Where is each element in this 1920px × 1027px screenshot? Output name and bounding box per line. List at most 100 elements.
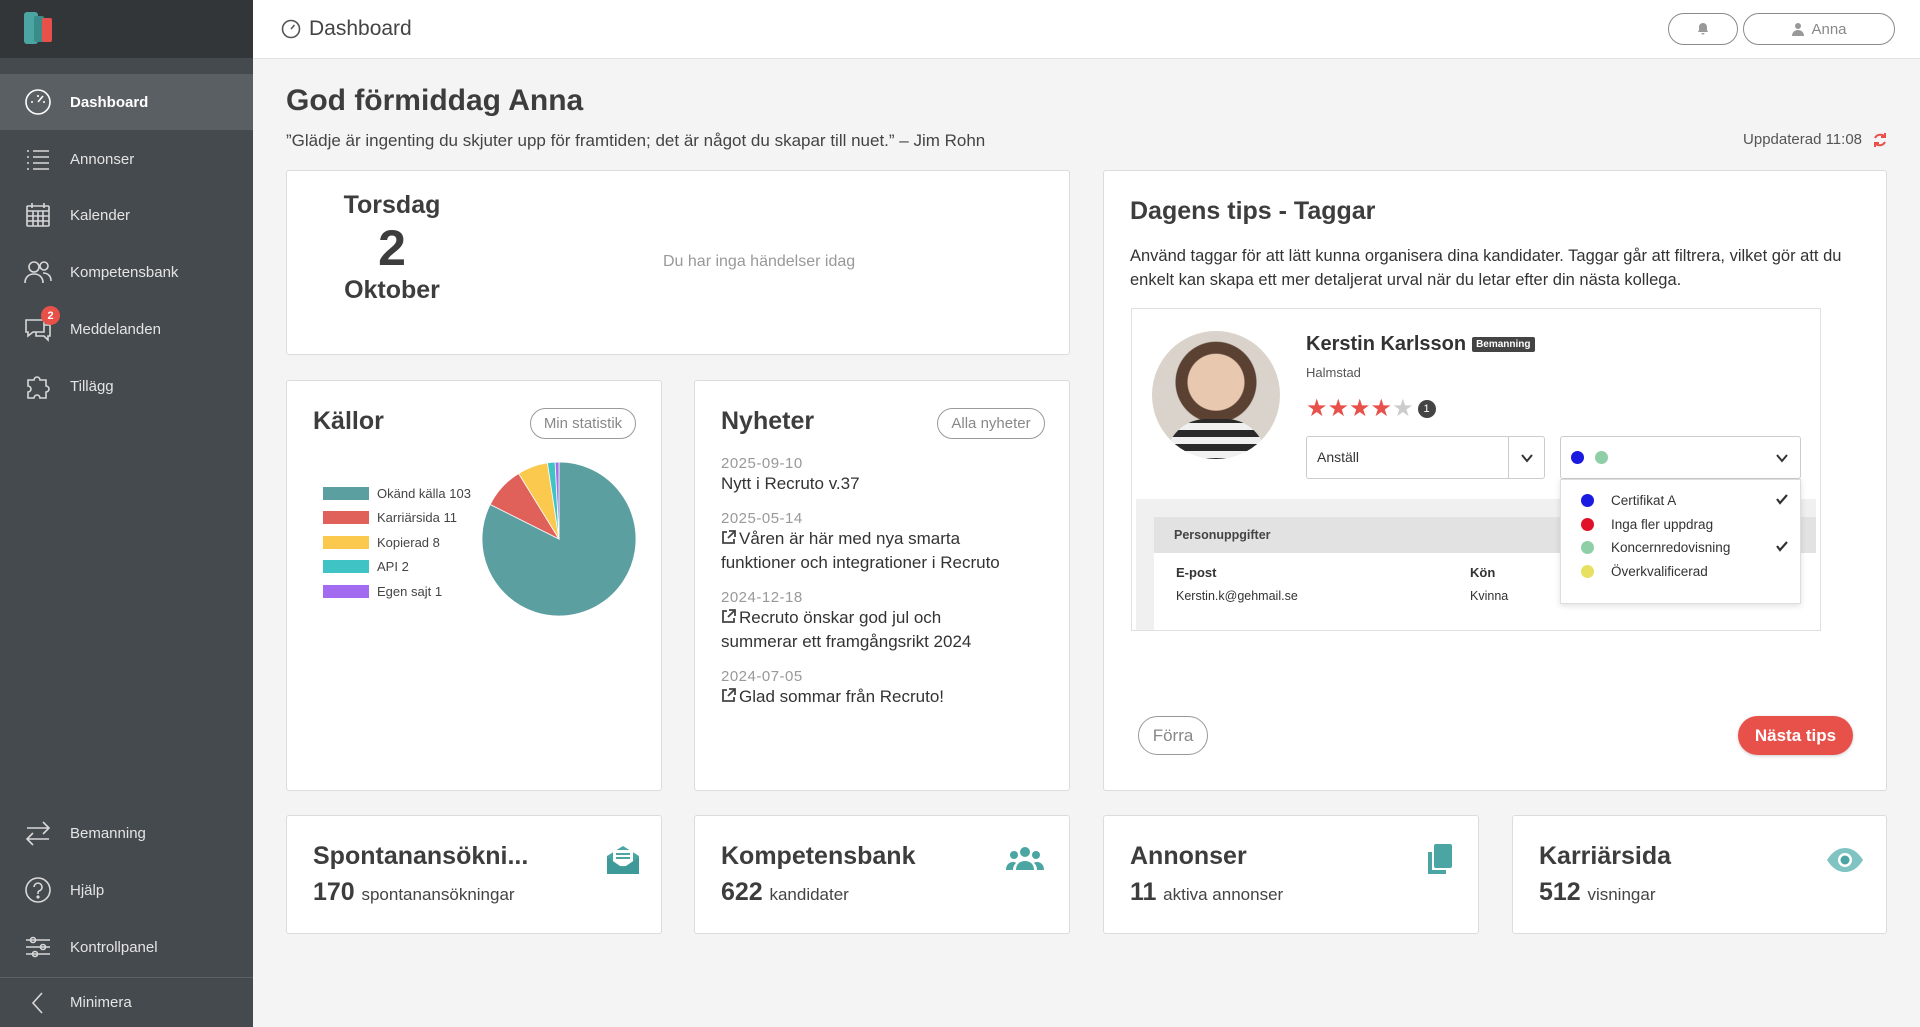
stat-value: 170 spontanansökningar	[313, 878, 515, 907]
weekday: Torsdag	[343, 191, 441, 219]
sidebar-item-kontrollpanel[interactable]: Kontrollpanel	[0, 919, 253, 975]
sidebar-item-meddelanden[interactable]: 2 Meddelanden	[0, 301, 253, 357]
candidate-preview: Kerstin Karlsson Bemanning Halmstad ★ ★ ★ ★…	[1131, 308, 1821, 631]
recruto-logo[interactable]	[22, 10, 58, 46]
stat-title: Annonser	[1130, 842, 1247, 870]
refresh-icon[interactable]	[1872, 132, 1888, 148]
logo-bar	[0, 0, 253, 58]
next-tip-button[interactable]: Nästa tips	[1738, 716, 1853, 755]
candidate-name-text: Kerstin Karlsson	[1306, 333, 1467, 355]
stat-card-career[interactable]: Karriärsida 512 visningar	[1512, 815, 1887, 934]
list-icon	[22, 143, 54, 175]
dashboard-gauge-icon	[22, 86, 54, 118]
news-link[interactable]: Glad sommar från Recruto!	[721, 685, 1041, 709]
news-date: 2025-05-14	[721, 510, 803, 527]
swap-arrows-icon	[22, 817, 54, 849]
legend-label: Egen sajt 1	[377, 583, 443, 599]
legend-swatch	[323, 560, 369, 574]
stat-card-competence[interactable]: Kompetensbank 622 kandidater	[694, 815, 1070, 934]
tag-option-label: Koncernredovisning	[1611, 540, 1731, 555]
sidebar-item-label: Hjälp	[70, 881, 105, 899]
news-item[interactable]: 2024-12-18 Recruto önskar god jul och su…	[721, 589, 1041, 654]
external-link-icon	[721, 528, 736, 544]
selected-tag-dot	[1595, 451, 1608, 464]
news-date: 2025-09-10	[721, 455, 803, 472]
stat-card-ads[interactable]: Annonser 11 aktiva annonser	[1103, 815, 1479, 934]
external-link-icon	[721, 686, 736, 702]
stat-card-spontaneous[interactable]: Spontanansökni... 170 spontanansökningar	[286, 815, 662, 934]
sidebar-item-dashboard[interactable]: Dashboard	[0, 74, 253, 130]
stat-unit: aktiva annonser	[1163, 885, 1284, 904]
daily-quote: ”Glädje är ingenting du skjuter upp för …	[286, 131, 986, 150]
email-value: Kerstin.k@gehmail.se	[1176, 589, 1298, 603]
user-menu-button[interactable]: Anna	[1743, 13, 1895, 45]
star-icon[interactable]: ★	[1349, 397, 1371, 421]
copy-documents-icon	[1428, 844, 1452, 874]
selected-tag-dot	[1571, 451, 1584, 464]
legend-swatch	[323, 584, 369, 598]
news-item[interactable]: 2024-07-05 Glad sommar från Recruto!	[721, 668, 1041, 709]
legend-entry[interactable]: Okänd källa 103	[323, 481, 471, 506]
news-item[interactable]: 2025-05-14 Våren är här med nya smarta f…	[721, 510, 1041, 575]
news-link[interactable]: Recruto önskar god jul och summerar ett …	[721, 606, 1021, 654]
sidebar-item-label: Meddelanden	[70, 320, 161, 338]
sidebar-item-kompetensbank[interactable]: Kompetensbank	[0, 244, 253, 300]
sidebar-item-annonser[interactable]: Annonser	[0, 131, 253, 187]
stat-value: 622 kandidater	[721, 878, 849, 907]
sidebar-item-tillagg[interactable]: Tillägg	[0, 358, 253, 414]
star-icon[interactable]: ★	[1306, 397, 1328, 421]
sidebar: Dashboard Annonser Kalender Kompetensban…	[0, 0, 253, 1027]
all-news-button[interactable]: Alla nyheter	[937, 408, 1045, 439]
stat-value: 512 visningar	[1539, 878, 1656, 907]
tag-select[interactable]	[1560, 436, 1801, 479]
eye-icon	[1827, 848, 1863, 872]
candidate-name: Kerstin Karlsson Bemanning	[1306, 333, 1535, 356]
legend-entry[interactable]: Egen sajt 1	[323, 579, 471, 604]
day-number: 2	[378, 220, 406, 276]
news-item[interactable]: 2025-09-10 Nytt i Recruto v.37	[721, 455, 1041, 496]
stat-number: 622	[721, 878, 763, 906]
tag-option[interactable]: Överkvalificerad	[1561, 557, 1800, 585]
news-list: 2025-09-10 Nytt i Recruto v.37 2025-05-1…	[721, 455, 1041, 723]
tips-text: Använd taggar för att lätt kunna organis…	[1130, 247, 1842, 289]
previous-tip-button[interactable]: Förra	[1138, 716, 1208, 755]
sidebar-item-label: Kontrollpanel	[70, 938, 158, 956]
legend-label: Karriärsida 11	[377, 510, 457, 526]
calendar-icon	[22, 199, 54, 231]
stat-unit: kandidater	[769, 885, 849, 904]
sidebar-minimize-button[interactable]: Minimera	[0, 978, 253, 1027]
sidebar-item-hjalp[interactable]: Hjälp	[0, 862, 253, 918]
news-card: Nyheter Alla nyheter 2025-09-10 Nytt i R…	[694, 380, 1070, 791]
sidebar-item-label: Bemanning	[70, 824, 146, 842]
stat-number: 11	[1130, 878, 1157, 906]
user-icon	[1792, 23, 1805, 36]
notifications-button[interactable]	[1668, 13, 1738, 45]
news-title: Nyheter	[721, 407, 815, 435]
news-link[interactable]: Våren är här med nya smarta funktioner o…	[721, 527, 1031, 575]
chat-icon: 2	[22, 306, 60, 345]
legend-entry[interactable]: Kopierad 8	[323, 530, 471, 555]
rating-count: 1	[1417, 400, 1436, 418]
help-icon	[22, 874, 54, 906]
date-block: Torsdag 2 Oktober	[287, 191, 497, 305]
legend-entry[interactable]: Karriärsida 11	[323, 506, 471, 531]
candidate-rating[interactable]: ★ ★ ★ ★ ★ 1	[1306, 397, 1436, 421]
status-select[interactable]: Anställ	[1306, 436, 1545, 479]
legend-entry[interactable]: API 2	[323, 555, 471, 580]
people-icon	[22, 256, 54, 288]
my-statistics-button[interactable]: Min statistik	[530, 408, 636, 439]
star-icon[interactable]: ★	[1371, 397, 1393, 421]
sidebar-item-bemanning[interactable]: Bemanning	[0, 805, 253, 861]
stat-title: Kompetensbank	[721, 842, 916, 870]
sidebar-item-kalender[interactable]: Kalender	[0, 187, 253, 243]
tag-option-label: Överkvalificerad	[1611, 563, 1708, 579]
updated-text: Uppdaterad 11:08	[1743, 131, 1862, 148]
star-icon[interactable]: ★	[1328, 397, 1350, 421]
sidebar-item-label: Tillägg	[70, 377, 114, 395]
news-link[interactable]: Nytt i Recruto v.37	[721, 472, 1041, 496]
star-icon[interactable]: ★	[1392, 397, 1414, 421]
tag-option-label: Inga fler uppdrag	[1611, 516, 1714, 532]
legend-label: Kopierad 8	[377, 534, 440, 550]
status-select-value: Anställ	[1317, 449, 1360, 465]
stat-unit: spontanansökningar	[361, 885, 515, 904]
